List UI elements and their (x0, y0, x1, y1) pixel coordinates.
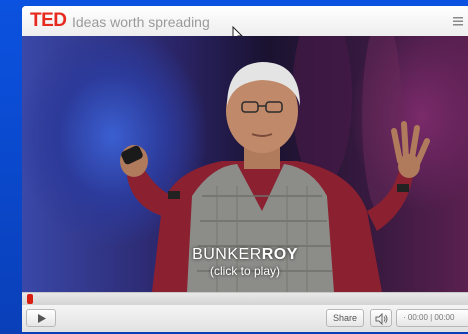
time-display: · 00:00 | 00:00 (396, 309, 468, 327)
video-player: TED Ideas worth spreading BUNKERROY (cli… (22, 6, 468, 332)
click-to-play-hint: (click to play) (209, 264, 280, 278)
control-bar: Share · 00:00 | 00:00 (22, 305, 468, 332)
menu-icon[interactable] (452, 15, 464, 27)
ted-logo[interactable]: TED (30, 10, 67, 32)
volume-icon (375, 313, 388, 325)
speaker-name: BUNKERROY (22, 246, 468, 264)
progress-handle[interactable] (27, 294, 33, 304)
talk-caption[interactable]: BUNKERROY (click to play) (22, 246, 468, 278)
play-icon (38, 314, 46, 323)
progress-bar[interactable] (22, 292, 468, 305)
page-background: TED Ideas worth spreading BUNKERROY (cli… (0, 0, 468, 334)
player-header: TED Ideas worth spreading (22, 6, 468, 43)
share-button[interactable]: Share (326, 309, 364, 327)
video-area[interactable]: BUNKERROY (click to play) (22, 36, 468, 292)
speaker-first-name: BUNKER (192, 246, 262, 263)
tagline: Ideas worth spreading (72, 14, 210, 30)
play-button[interactable] (26, 309, 56, 327)
volume-button[interactable] (370, 309, 392, 327)
speaker-last-name: ROY (261, 246, 298, 263)
